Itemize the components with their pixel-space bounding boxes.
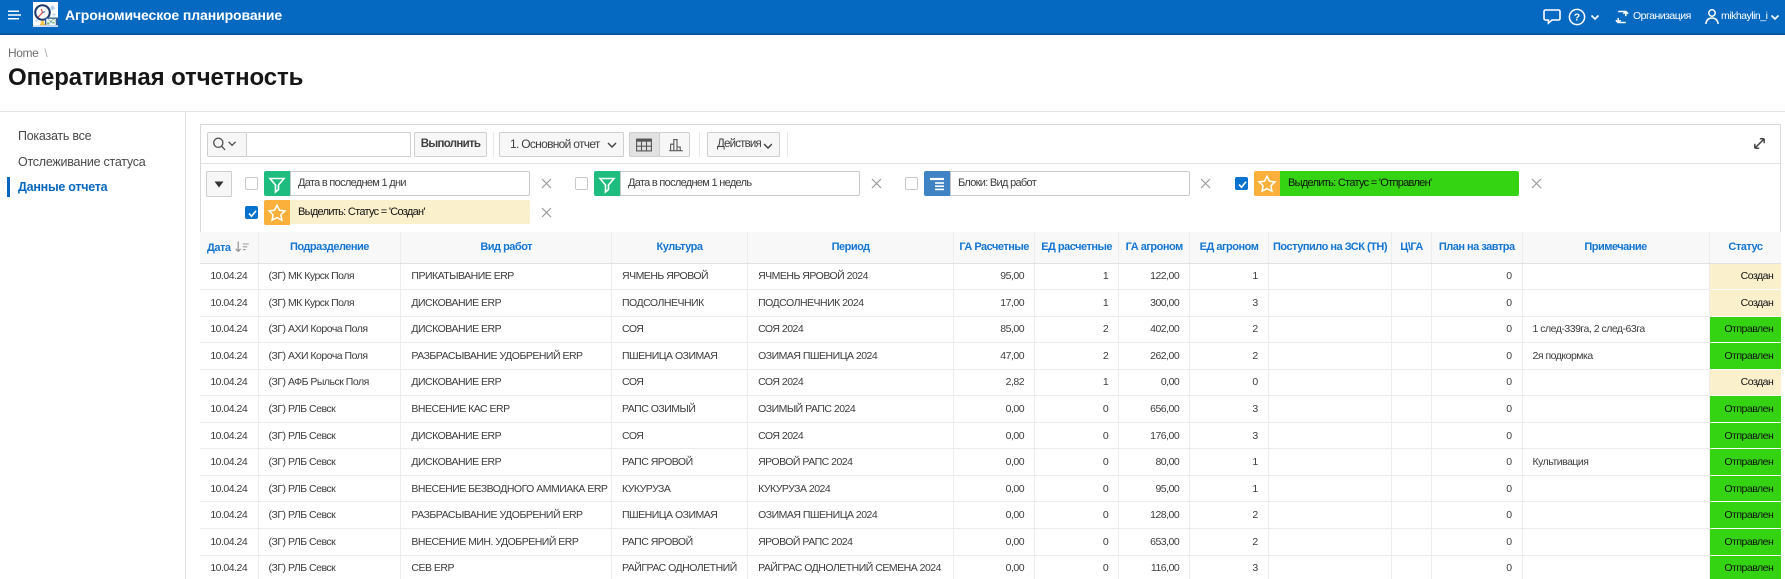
svg-text:?: ?	[1574, 12, 1580, 24]
